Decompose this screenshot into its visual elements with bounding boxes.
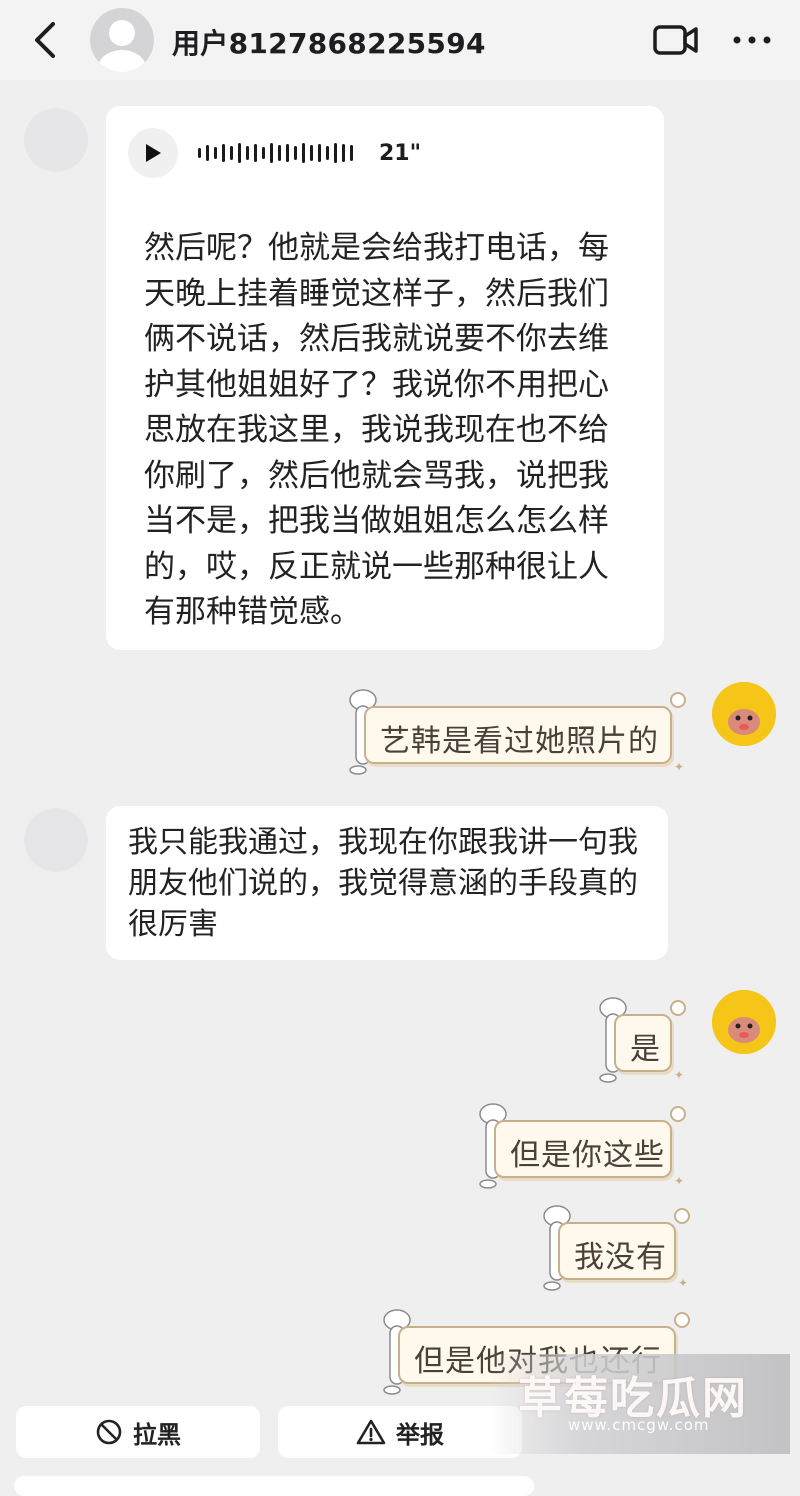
play-icon xyxy=(146,144,161,162)
video-call-icon xyxy=(653,25,698,55)
play-button[interactable] xyxy=(128,128,178,178)
voice-transcript: 然后呢？他就是会给我打电话，每天晚上挂着睡觉这样子，然后我们俩不说话，然后我就说… xyxy=(144,230,609,630)
sticker-frame: 但是他对我也还行 xyxy=(398,1326,676,1384)
report-label: 举报 xyxy=(396,1420,444,1449)
sparkle-icon xyxy=(670,692,686,708)
avatar-placeholder-icon xyxy=(98,20,146,72)
report-button[interactable]: 举报 xyxy=(278,1406,522,1458)
sticker-text: 我没有 xyxy=(574,1240,667,1275)
sparkle-icon xyxy=(674,1312,690,1328)
sticker-text: 但是你这些 xyxy=(510,1138,665,1173)
voice-duration: 21" xyxy=(379,140,422,166)
sticker-message[interactable]: 艺韩是看过她照片的 ✦ xyxy=(346,689,686,775)
contact-avatar[interactable] xyxy=(90,8,154,72)
sparkle-icon: ✦ xyxy=(673,760,684,774)
message-input-bar[interactable] xyxy=(14,1476,534,1496)
sticker-text: 艺韩是看过她照片的 xyxy=(380,724,659,759)
self-avatar[interactable] xyxy=(712,682,776,746)
sparkle-icon xyxy=(670,1106,686,1122)
sticker-frame: 但是你这些 xyxy=(494,1120,672,1178)
sticker-message[interactable]: 但是你这些 ✦ xyxy=(476,1103,686,1189)
sticker-frame: 是 xyxy=(614,1014,672,1072)
sparkle-icon: ✦ xyxy=(673,1068,684,1082)
block-icon xyxy=(95,1418,123,1446)
video-call-button[interactable] xyxy=(650,20,702,60)
sparkle-icon: ✦ xyxy=(673,1174,684,1188)
sticker-message[interactable]: 是 ✦ xyxy=(596,997,686,1083)
sticker-message[interactable]: 我没有 ✦ xyxy=(540,1205,690,1291)
back-arrow-icon xyxy=(35,22,55,58)
watermark-url: www.cmcgw.com xyxy=(568,1416,710,1434)
sticker-message[interactable]: 但是他对我也还行 xyxy=(380,1309,690,1395)
sticker-frame: 我没有 xyxy=(558,1222,676,1280)
voice-player: 21" xyxy=(128,126,421,180)
message-text: 我只能我通过，我现在你跟我讲一句我朋友他们说的，我觉得意涵的手段真的很厉害 xyxy=(128,825,638,942)
sticker-frame: 艺韩是看过她照片的 xyxy=(364,706,672,764)
contact-avatar-faded[interactable] xyxy=(24,108,88,172)
sparkle-icon xyxy=(670,1000,686,1016)
voice-waveform xyxy=(198,143,353,163)
sparkle-icon xyxy=(674,1208,690,1224)
chat-header: 用户8127868225594 xyxy=(0,0,800,80)
self-avatar[interactable] xyxy=(712,990,776,1054)
block-label: 拉黑 xyxy=(133,1420,181,1449)
sparkle-icon: ✦ xyxy=(677,1276,688,1290)
yellow-character-avatar-icon xyxy=(712,682,776,746)
contact-avatar-faded[interactable] xyxy=(24,808,88,872)
block-button[interactable]: 拉黑 xyxy=(16,1406,260,1458)
warning-icon xyxy=(356,1418,386,1446)
more-button[interactable] xyxy=(724,20,780,60)
yellow-character-avatar-icon xyxy=(712,990,776,1054)
sticker-text: 是 xyxy=(630,1032,661,1067)
more-dots-icon xyxy=(733,36,771,44)
text-message-bubble[interactable]: 我只能我通过，我现在你跟我讲一句我朋友他们说的，我觉得意涵的手段真的很厉害 xyxy=(106,806,668,960)
contact-username[interactable]: 用户8127868225594 xyxy=(172,22,486,62)
voice-message-bubble[interactable]: 21" 然后呢？他就是会给我打电话，每天晚上挂着睡觉这样子，然后我们俩不说话，然… xyxy=(106,106,664,650)
back-button[interactable] xyxy=(22,18,66,62)
sticker-text: 但是他对我也还行 xyxy=(414,1344,662,1379)
